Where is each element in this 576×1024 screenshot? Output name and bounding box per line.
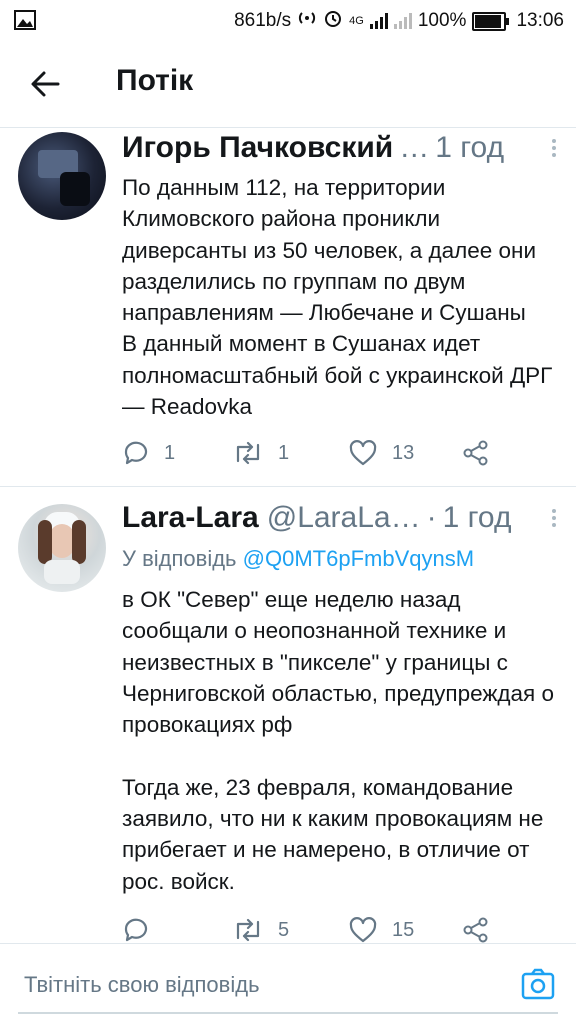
retweet-count: 1 — [278, 441, 290, 464]
retweet-icon — [232, 439, 264, 467]
more-icon[interactable] — [550, 136, 558, 160]
signal-icon — [369, 13, 388, 29]
header: Потік — [0, 40, 576, 126]
share-button[interactable] — [462, 914, 490, 946]
page-title: Потік — [116, 64, 194, 97]
network-speed: 861b/s — [234, 10, 292, 31]
reply-to-prefix: У відповідь — [122, 546, 237, 571]
camera-icon[interactable] — [520, 966, 556, 1002]
input-underline — [18, 1012, 558, 1014]
hotspot-icon — [297, 8, 317, 34]
share-icon — [462, 916, 490, 944]
back-arrow-icon[interactable] — [28, 66, 64, 102]
avatar[interactable] — [18, 132, 106, 220]
share-button[interactable] — [462, 437, 490, 469]
author-name[interactable]: Игорь Пачковский — [122, 131, 393, 165]
reply-icon — [122, 439, 150, 467]
tweet-header: Lara-Lara @LaraLa… · 1 год — [122, 498, 554, 538]
retweet-count: 5 — [278, 918, 290, 941]
tweet[interactable]: Игорь Пачковский … 1 год По данным 112, … — [0, 128, 576, 486]
like-icon — [348, 439, 378, 467]
retweet-button[interactable]: 1 — [232, 437, 289, 469]
reply-count: 1 — [164, 441, 176, 464]
clock: 13:06 — [516, 10, 564, 31]
author-handle[interactable]: @LaraLa… — [267, 501, 421, 535]
signal-icon-2 — [393, 13, 412, 29]
tweet-text: По данным 112, на территории Климовского… — [122, 175, 553, 420]
status-bar: 861b/s 4G 100% 13:06 — [0, 0, 576, 40]
reply-context: У відповідь @Q0MT6pFmbVqynsM — [122, 546, 474, 572]
reply-button[interactable]: 1 — [122, 437, 175, 469]
retweet-icon — [232, 916, 264, 944]
avatar[interactable] — [18, 504, 106, 592]
share-icon — [462, 439, 490, 467]
separator-dot: · — [426, 501, 437, 534]
reply-button[interactable] — [122, 914, 164, 946]
tweet-header: Игорь Пачковский … 1 год — [122, 128, 554, 168]
tweet-time: 1 год — [435, 131, 505, 164]
like-button[interactable]: 13 — [348, 437, 414, 469]
like-count: 13 — [392, 441, 415, 464]
tweet-time: 1 год — [442, 501, 512, 534]
tweet-actions: 5 15 — [122, 914, 502, 946]
reply-icon — [122, 916, 150, 944]
like-icon — [348, 916, 378, 944]
author-name[interactable]: Lara-Lara — [122, 501, 259, 535]
more-icon[interactable] — [550, 506, 558, 530]
reply-input[interactable]: Твітніть свою відповідь — [24, 972, 260, 998]
gallery-notification-icon — [14, 10, 36, 36]
ellipsis: … — [399, 131, 430, 164]
divider — [0, 486, 576, 487]
network-type: 4G — [349, 15, 364, 27]
reply-to-mention[interactable]: @Q0MT6pFmbVqynsM — [243, 546, 474, 571]
battery-icon — [472, 11, 510, 31]
tweet-text: в ОК "Север" еще неделю назад сообщали о… — [122, 587, 555, 894]
tweet-actions: 1 1 13 — [122, 437, 502, 469]
reply-composer[interactable]: Твітніть свою відповідь — [0, 944, 576, 1024]
like-count: 15 — [392, 918, 415, 941]
tweet[interactable]: Lara-Lara @LaraLa… · 1 год У відповідь @… — [0, 496, 576, 944]
battery-percent: 100% — [417, 10, 467, 31]
like-button[interactable]: 15 — [348, 914, 414, 946]
alarm-icon — [323, 8, 343, 34]
retweet-button[interactable]: 5 — [232, 914, 289, 946]
